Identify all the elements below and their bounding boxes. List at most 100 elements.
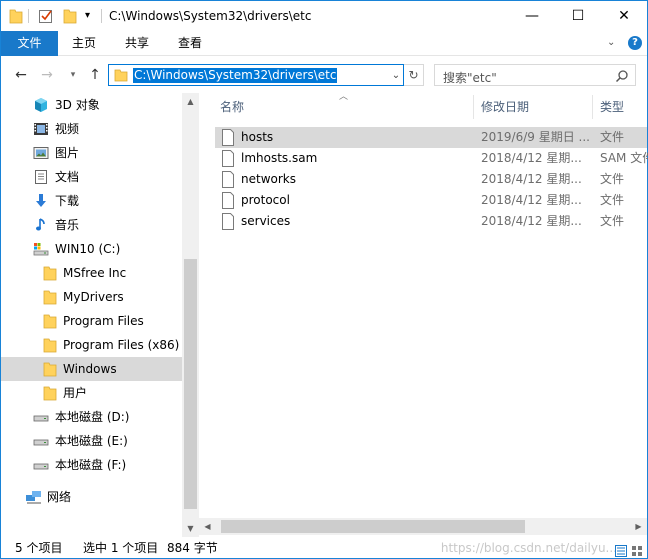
watermark: https://blog.csdn.net/dailyu... xyxy=(440,541,617,555)
file-date: 2018/4/12 星期... xyxy=(481,193,582,207)
column-header-type[interactable]: 类型 xyxy=(600,93,646,121)
navigation-pane: 3D 对象 视频 图片 文档 下载 音乐 WIN10 (C:) MSfree I… xyxy=(1,93,199,537)
file-name: networks xyxy=(241,172,296,186)
drive-icon xyxy=(33,457,49,473)
sidebar-item-label: 音乐 xyxy=(55,218,80,232)
address-path[interactable]: C:\Windows\System32\drivers\etc xyxy=(133,68,338,83)
file-name: protocol xyxy=(241,193,290,207)
file-icon xyxy=(221,213,235,230)
sidebar-item-label: 本地磁盘 (D:) xyxy=(55,410,130,424)
scroll-right-icon[interactable]: ▶ xyxy=(630,518,647,535)
help-icon[interactable]: ? xyxy=(628,36,642,50)
documents-icon xyxy=(33,169,49,185)
address-dropdown-icon[interactable]: ⌄ xyxy=(389,67,403,83)
sidebar-item-label: 视频 xyxy=(55,122,80,136)
column-divider[interactable] xyxy=(592,95,593,119)
scroll-up-icon[interactable]: ▲ xyxy=(182,93,199,110)
folder-icon xyxy=(43,385,59,401)
sidebar-item-label: 下载 xyxy=(55,194,80,208)
file-list-hscrollbar[interactable]: ◀ ▶ xyxy=(199,518,647,535)
customize-toolbar-icon[interactable]: ▾ xyxy=(85,9,97,23)
video-icon xyxy=(33,121,49,137)
column-divider[interactable] xyxy=(473,95,474,119)
sidebar-item-pictures[interactable]: 图片 xyxy=(31,141,181,165)
sidebar-scrollbar-thumb[interactable] xyxy=(184,259,197,509)
tab-view[interactable]: 查看 xyxy=(164,31,216,56)
table-row[interactable]: lmhosts.sam 2018/4/12 星期... SAM 文件 xyxy=(215,148,648,169)
search-input[interactable]: 搜索"etc" xyxy=(443,69,497,86)
new-folder-icon[interactable] xyxy=(63,8,77,24)
file-type: 文件 xyxy=(600,193,625,207)
table-row[interactable]: services 2018/4/12 星期... 文件 xyxy=(215,211,647,232)
tab-home[interactable]: 主页 xyxy=(58,31,110,56)
column-header-name[interactable]: 名称 xyxy=(220,93,470,121)
tab-share[interactable]: 共享 xyxy=(110,31,164,56)
scroll-left-icon[interactable]: ◀ xyxy=(199,518,216,535)
sidebar-item-drive-e[interactable]: 本地磁盘 (E:) xyxy=(31,429,181,453)
sidebar-item-label: 图片 xyxy=(55,146,80,160)
sidebar-item-label: Program Files xyxy=(63,314,144,328)
sidebar-item-program-files-x86[interactable]: Program Files (x86) xyxy=(1,333,182,357)
hscrollbar-thumb[interactable] xyxy=(221,520,525,533)
file-type: 文件 xyxy=(600,214,625,228)
table-row[interactable]: protocol 2018/4/12 星期... 文件 xyxy=(215,190,647,211)
properties-icon[interactable] xyxy=(38,8,54,24)
sidebar-item-label: MSfree Inc xyxy=(63,266,127,280)
sidebar-item-drive-c[interactable]: WIN10 (C:) xyxy=(31,237,181,261)
table-row[interactable]: hosts 2019/6/9 星期日 ... 文件 xyxy=(215,127,647,148)
search-box[interactable]: 搜索"etc" xyxy=(434,64,636,86)
chevron-down-icon[interactable]: ⌄ xyxy=(607,37,619,49)
sidebar-item-program-files[interactable]: Program Files xyxy=(1,309,182,333)
music-icon xyxy=(33,217,49,233)
up-button[interactable]: ↑ xyxy=(85,66,105,84)
folder-icon xyxy=(43,313,59,329)
drive-icon xyxy=(33,433,49,449)
window-title: C:\Windows\System32\drivers\etc xyxy=(109,9,312,23)
close-button[interactable]: ✕ xyxy=(601,1,647,31)
recent-locations-button[interactable]: ▾ xyxy=(63,66,83,84)
sidebar-item-users[interactable]: 用户 xyxy=(1,381,182,405)
forward-button[interactable]: → xyxy=(37,66,57,84)
file-name: services xyxy=(241,214,291,228)
details-view-icon[interactable] xyxy=(615,542,627,557)
sidebar-item-drive-d[interactable]: 本地磁盘 (D:) xyxy=(31,405,181,429)
file-icon xyxy=(221,129,235,146)
column-header-date[interactable]: 修改日期 xyxy=(481,93,591,121)
sidebar-item-mydrivers[interactable]: MyDrivers xyxy=(1,285,182,309)
sidebar-item-windows[interactable]: Windows xyxy=(1,357,182,381)
address-bar[interactable]: C:\Windows\System32\drivers\etc ⌄ xyxy=(108,64,404,86)
item-count: 5 个项目 xyxy=(15,541,63,555)
drive-c-icon xyxy=(33,241,49,257)
back-button[interactable]: ← xyxy=(11,66,31,84)
sidebar-item-music[interactable]: 音乐 xyxy=(31,213,181,237)
selection-size: 884 字节 xyxy=(167,541,218,555)
sidebar-item-documents[interactable]: 文档 xyxy=(31,165,181,189)
tab-file[interactable]: 文件 xyxy=(1,31,58,56)
sidebar-item-label: 文档 xyxy=(55,170,80,184)
title-bar: ▾ C:\Windows\System32\drivers\etc — ☐ ✕ xyxy=(1,1,647,31)
sidebar-item-msfree-inc[interactable]: MSfree Inc xyxy=(1,261,182,285)
explorer-window: ▾ C:\Windows\System32\drivers\etc — ☐ ✕ … xyxy=(0,0,648,559)
refresh-button[interactable]: ↻ xyxy=(404,64,424,86)
sidebar-item-label: 本地磁盘 (E:) xyxy=(55,434,128,448)
sidebar-item-3d-objects[interactable]: 3D 对象 xyxy=(31,93,181,117)
file-name: hosts xyxy=(241,130,274,144)
scroll-down-icon[interactable]: ▼ xyxy=(182,520,199,537)
file-icon xyxy=(221,171,235,188)
search-icon[interactable] xyxy=(615,69,629,83)
sidebar-item-label: 用户 xyxy=(63,386,88,400)
file-type: 文件 xyxy=(600,172,625,186)
sidebar-item-downloads[interactable]: 下载 xyxy=(31,189,181,213)
pictures-icon xyxy=(33,145,49,161)
sidebar-item-network[interactable]: 网络 xyxy=(23,485,181,509)
navigation-bar: ← → ▾ ↑ C:\Windows\System32\drivers\etc … xyxy=(1,57,647,93)
folder-icon xyxy=(114,68,128,82)
large-icons-view-icon[interactable] xyxy=(631,542,643,556)
table-row[interactable]: networks 2018/4/12 星期... 文件 xyxy=(215,169,647,190)
maximize-button[interactable]: ☐ xyxy=(555,1,601,31)
3d-objects-icon xyxy=(33,97,49,113)
minimize-button[interactable]: — xyxy=(509,1,555,31)
sidebar-item-drive-f[interactable]: 本地磁盘 (F:) xyxy=(31,453,181,477)
network-icon xyxy=(25,489,41,505)
sidebar-item-videos[interactable]: 视频 xyxy=(31,117,181,141)
